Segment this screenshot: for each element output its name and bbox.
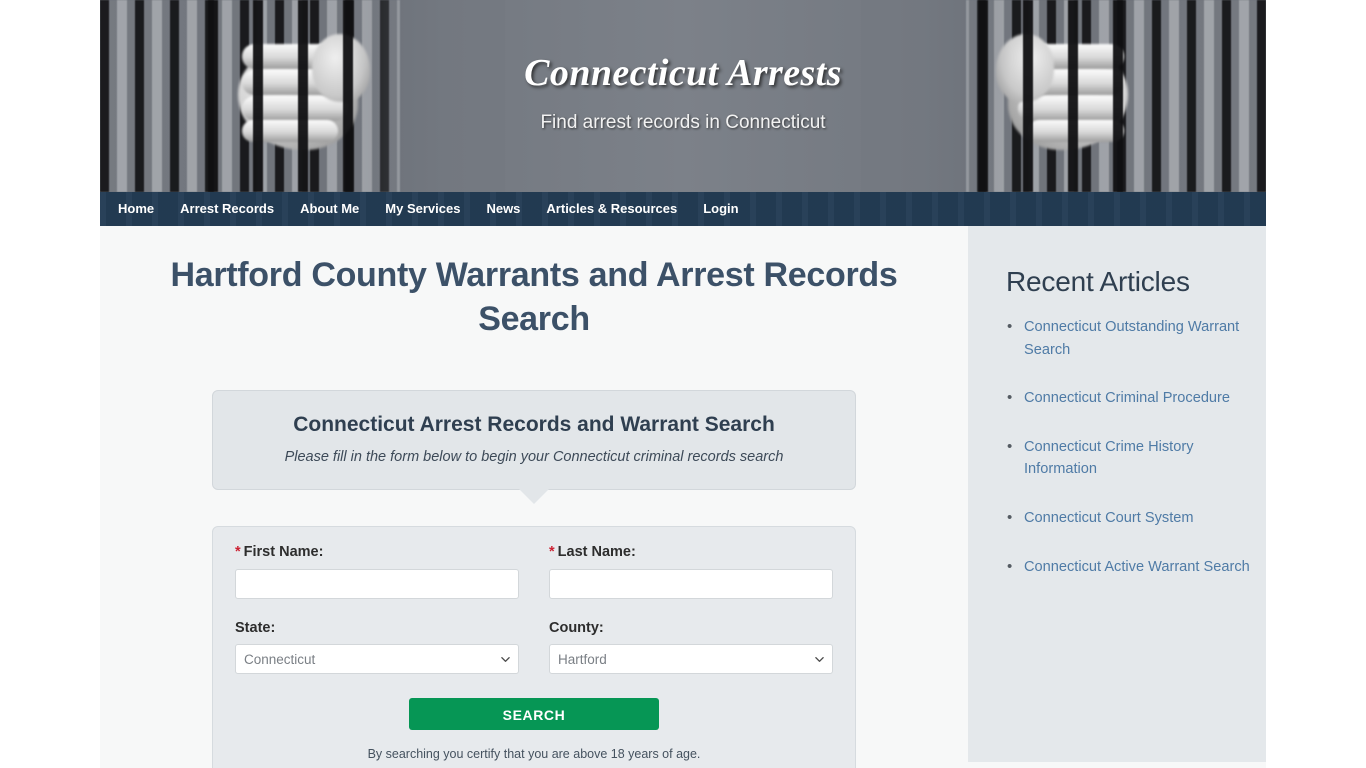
list-item: Connecticut Active Warrant Search [1007,555,1252,579]
county-select[interactable] [549,644,833,675]
last-name-group: * Last Name: [549,545,833,599]
last-name-label: * Last Name: [549,545,833,560]
recent-articles-list: Connecticut Outstanding Warrant Search C… [968,315,1266,579]
site-page: Connecticut Arrests Find arrest records … [100,0,1266,768]
first-name-required-marker: * [235,544,241,561]
form-row-names: * First Name: * Last Name: [235,545,833,599]
site-banner: Connecticut Arrests Find arrest records … [100,0,1266,192]
sidebar-title: Recent Articles [1006,266,1190,297]
main-navigation: Home Arrest Records About Me My Services… [100,192,1266,226]
sidebar-link-crime-history-information[interactable]: Connecticut Crime History Information [1024,439,1194,478]
age-disclaimer: By searching you certify that you are ab… [367,747,701,762]
form-row-location: State: County: [235,621,833,675]
nav-item-about-me[interactable]: About Me [287,192,372,226]
state-group: State: [235,621,519,675]
callout-subtitle: Please fill in the form below to begin y… [284,449,784,466]
first-name-group: * First Name: [235,545,519,599]
sidebar-link-court-system[interactable]: Connecticut Court System [1024,510,1194,526]
list-item: Connecticut Crime History Information [1007,435,1252,481]
sidebar: Recent Articles Connecticut Outstanding … [968,226,1266,762]
sidebar-link-outstanding-warrant-search[interactable]: Connecticut Outstanding Warrant Search [1024,319,1239,358]
sidebar-link-active-warrant-search[interactable]: Connecticut Active Warrant Search [1024,559,1250,575]
banner-text-block: Connecticut Arrests Find arrest records … [100,0,1266,192]
first-name-input[interactable] [235,568,519,599]
nav-item-news[interactable]: News [473,192,533,226]
list-item: Connecticut Court System [1007,506,1252,530]
nav-item-login[interactable]: Login [690,192,751,226]
first-name-label-text: First Name: [243,544,324,561]
nav-item-arrest-records[interactable]: Arrest Records [167,192,287,226]
site-tagline: Find arrest records in Connecticut [540,112,826,133]
last-name-label-text: Last Name: [557,544,636,561]
search-button-row: SEARCH [235,698,833,731]
search-button[interactable]: SEARCH [409,698,659,731]
county-group: County: [549,621,833,675]
list-item: Connecticut Criminal Procedure [1007,386,1252,410]
nav-item-my-services[interactable]: My Services [372,192,473,226]
state-select[interactable] [235,644,519,675]
county-label: County: [549,619,604,636]
search-form: * First Name: * Last Name: State: Connec… [212,526,856,768]
page-title: Hartford County Warrants and Arrest Reco… [170,256,898,339]
form-spacer [235,599,833,621]
main-content: Hartford County Warrants and Arrest Reco… [100,226,968,768]
site-title: Connecticut Arrests [524,52,842,94]
list-item: Connecticut Outstanding Warrant Search [1007,315,1252,361]
callout-box: Connecticut Arrest Records and Warrant S… [212,390,856,505]
county-select-wrapper [549,644,833,675]
callout-title: Connecticut Arrest Records and Warrant S… [293,413,775,437]
page-body: Hartford County Warrants and Arrest Reco… [100,226,1266,768]
nav-item-articles-resources[interactable]: Articles & Resources [533,192,690,226]
last-name-required-marker: * [549,544,555,561]
state-label: State: [235,619,276,636]
sidebar-link-criminal-procedure[interactable]: Connecticut Criminal Procedure [1024,390,1230,406]
last-name-input[interactable] [549,568,833,599]
state-select-wrapper [235,644,519,675]
nav-item-home[interactable]: Home [112,192,167,226]
first-name-label: * First Name: [235,545,519,560]
